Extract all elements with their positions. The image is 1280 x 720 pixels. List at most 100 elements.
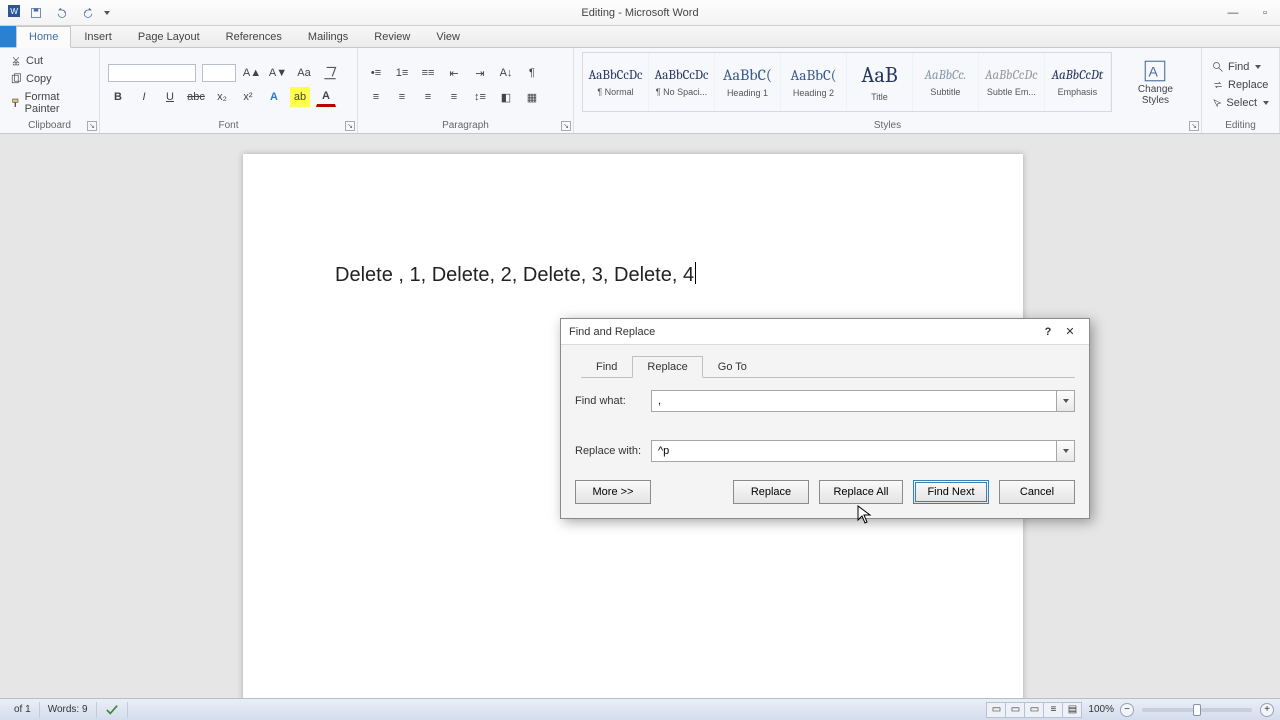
style-title[interactable]: AaBTitle: [847, 53, 913, 111]
redo-icon[interactable]: [78, 3, 98, 23]
bullets-icon[interactable]: •≡: [366, 63, 386, 83]
style-subtitle[interactable]: AaBbCc.Subtitle: [913, 53, 979, 111]
tab-page-layout[interactable]: Page Layout: [125, 26, 213, 47]
proofing-icon[interactable]: [97, 702, 128, 718]
replace-with-input[interactable]: [652, 441, 1056, 461]
view-outline-icon[interactable]: ≡: [1043, 702, 1063, 718]
italic-icon[interactable]: I: [134, 87, 154, 107]
minimize-icon[interactable]: —: [1226, 6, 1240, 20]
ribbon: Cut Copy Format Painter Clipboard ↘ A▲ A…: [0, 48, 1280, 134]
font-color-icon[interactable]: A: [316, 87, 336, 107]
tab-view[interactable]: View: [423, 26, 473, 47]
find-next-button[interactable]: Find Next: [913, 480, 989, 504]
zoom-thumb[interactable]: [1193, 704, 1201, 716]
find-what-dropdown-icon[interactable]: [1056, 391, 1074, 411]
help-icon[interactable]: ?: [1037, 323, 1059, 341]
align-center-icon[interactable]: ≡: [392, 87, 412, 107]
borders-icon[interactable]: ▦: [522, 87, 542, 107]
dialog-tab-replace[interactable]: Replace: [632, 356, 702, 378]
replace-with-dropdown-icon[interactable]: [1056, 441, 1074, 461]
undo-icon[interactable]: [52, 3, 72, 23]
subscript-icon[interactable]: x₂: [212, 87, 232, 107]
replace-all-button[interactable]: Replace All: [819, 480, 903, 504]
decrease-indent-icon[interactable]: ⇤: [444, 63, 464, 83]
dialog-titlebar[interactable]: Find and Replace ? ✕: [561, 319, 1089, 345]
numbering-icon[interactable]: 1≡: [392, 63, 412, 83]
styles-gallery[interactable]: AaBbCcDc¶ Normal AaBbCcDc¶ No Spaci... A…: [582, 52, 1112, 112]
bold-icon[interactable]: B: [108, 87, 128, 107]
superscript-icon[interactable]: x²: [238, 87, 258, 107]
tab-insert[interactable]: Insert: [71, 26, 125, 47]
tab-home[interactable]: Home: [16, 26, 71, 48]
styles-launcher-icon[interactable]: ↘: [1189, 121, 1199, 131]
style-heading-2[interactable]: AaBbC(Heading 2: [781, 53, 847, 111]
select-button[interactable]: Select: [1210, 96, 1271, 110]
replace-button[interactable]: Replace: [1210, 78, 1271, 92]
maximize-icon[interactable]: ▫: [1258, 6, 1272, 20]
tab-review[interactable]: Review: [361, 26, 423, 47]
clear-formatting-icon[interactable]: [320, 63, 340, 83]
style-no-spacing[interactable]: AaBbCcDc¶ No Spaci...: [649, 53, 715, 111]
view-web-layout-icon[interactable]: ▭: [1024, 702, 1044, 718]
format-painter-button[interactable]: Format Painter: [8, 90, 91, 116]
qat-more-icon[interactable]: [104, 11, 110, 15]
shading-icon[interactable]: ◧: [496, 87, 516, 107]
style-subtle-emphasis[interactable]: AaBbCcDcSubtle Em...: [979, 53, 1045, 111]
strikethrough-icon[interactable]: abc: [186, 87, 206, 107]
replace-one-button[interactable]: Replace: [733, 480, 809, 504]
dialog-tab-goto[interactable]: Go To: [703, 356, 762, 378]
find-dropdown-icon[interactable]: [1255, 65, 1261, 69]
find-what-input[interactable]: [652, 391, 1056, 411]
zoom-slider[interactable]: [1142, 708, 1252, 712]
document-text[interactable]: Delete , 1, Delete, 2, Delete, 3, Delete…: [335, 264, 694, 286]
replace-with-combo: [651, 440, 1075, 462]
font-name-input[interactable]: [108, 64, 196, 82]
highlight-icon[interactable]: ab: [290, 87, 310, 107]
underline-icon[interactable]: U: [160, 87, 180, 107]
font-launcher-icon[interactable]: ↘: [345, 121, 355, 131]
justify-icon[interactable]: ≡: [444, 87, 464, 107]
view-full-screen-icon[interactable]: ▭: [1005, 702, 1025, 718]
grow-font-icon[interactable]: A▲: [242, 63, 262, 83]
cut-button[interactable]: Cut: [8, 54, 91, 68]
zoom-percent[interactable]: 100%: [1082, 704, 1120, 715]
view-draft-icon[interactable]: ▤: [1062, 702, 1082, 718]
save-icon[interactable]: [26, 3, 46, 23]
align-left-icon[interactable]: ≡: [366, 87, 386, 107]
select-dropdown-icon[interactable]: [1263, 101, 1269, 105]
more-button[interactable]: More >>: [575, 480, 651, 504]
text-effects-icon[interactable]: A: [264, 87, 284, 107]
change-styles-button[interactable]: A Change Styles: [1118, 52, 1193, 112]
zoom-in-icon[interactable]: +: [1260, 703, 1274, 717]
align-right-icon[interactable]: ≡: [418, 87, 438, 107]
word-count[interactable]: Words: 9: [40, 702, 97, 718]
font-size-input[interactable]: [202, 64, 236, 82]
sort-icon[interactable]: A↓: [496, 63, 516, 83]
style-normal[interactable]: AaBbCcDc¶ Normal: [583, 53, 649, 111]
shrink-font-icon[interactable]: A▼: [268, 63, 288, 83]
style-emphasis[interactable]: AaBbCcDtEmphasis: [1045, 53, 1111, 111]
view-print-layout-icon[interactable]: ▭: [986, 702, 1006, 718]
group-label-clipboard: Clipboard: [8, 118, 91, 131]
paragraph-marks-icon[interactable]: ¶: [522, 63, 542, 83]
close-icon[interactable]: ✕: [1059, 323, 1081, 341]
find-button[interactable]: Find: [1210, 60, 1271, 74]
change-styles-icon: A: [1142, 58, 1168, 84]
paragraph-launcher-icon[interactable]: ↘: [561, 121, 571, 131]
multilevel-icon[interactable]: ≡≡: [418, 63, 438, 83]
svg-text:W: W: [10, 7, 18, 16]
file-tab[interactable]: [0, 25, 16, 47]
change-case-icon[interactable]: Aa: [294, 63, 314, 83]
zoom-out-icon[interactable]: −: [1120, 703, 1134, 717]
statusbar: of 1 Words: 9 ▭ ▭ ▭ ≡ ▤ 100% − +: [0, 698, 1280, 720]
tab-references[interactable]: References: [213, 26, 295, 47]
copy-button[interactable]: Copy: [8, 72, 91, 86]
line-spacing-icon[interactable]: ↕≡: [470, 87, 490, 107]
increase-indent-icon[interactable]: ⇥: [470, 63, 490, 83]
clipboard-launcher-icon[interactable]: ↘: [87, 121, 97, 131]
page-indicator[interactable]: of 1: [6, 702, 40, 718]
style-heading-1[interactable]: AaBbC(Heading 1: [715, 53, 781, 111]
tab-mailings[interactable]: Mailings: [295, 26, 361, 47]
dialog-tab-find[interactable]: Find: [581, 356, 632, 378]
cancel-button[interactable]: Cancel: [999, 480, 1075, 504]
